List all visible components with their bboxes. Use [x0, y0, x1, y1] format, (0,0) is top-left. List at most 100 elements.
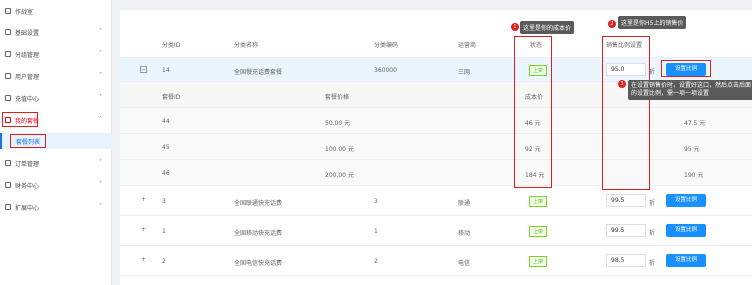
user-icon	[5, 73, 11, 79]
ratio-input[interactable]: 99.5	[606, 224, 646, 237]
nav-label: 财务中心	[15, 182, 40, 190]
nav-item-extension-center[interactable]: 扩展中心 ˅	[0, 197, 112, 217]
grid-icon	[5, 204, 11, 210]
row-id: 1	[162, 228, 166, 235]
nav-item-war-room[interactable]: 作战室	[0, 1, 112, 21]
finance-icon	[5, 182, 11, 188]
table-header-row: 分类ID 分类名称 分类编码 运营商 状态 销售比例设置	[120, 30, 752, 58]
row-operator: 三网	[458, 69, 471, 76]
sub-id: 44	[162, 118, 170, 125]
chevron-down-icon: ˅	[99, 28, 102, 35]
ratio-input[interactable]: 98.5	[606, 254, 646, 267]
chevron-down-icon: ˅	[99, 181, 102, 188]
nav-label: 订单管理	[15, 160, 40, 168]
row-operator: 移动	[458, 230, 471, 237]
collapse-toggle[interactable]: −	[140, 66, 147, 73]
row-code: 2	[374, 258, 378, 265]
wallet-icon	[5, 95, 11, 101]
row-id: 2	[162, 258, 166, 265]
ratio-input[interactable]: 99.5	[606, 194, 646, 207]
row-id: 14	[162, 67, 170, 74]
row-operator: 电信	[458, 260, 471, 267]
highlight-box-cost-column	[514, 36, 552, 188]
home-icon	[5, 8, 11, 14]
row-code: 3	[374, 198, 378, 205]
status-badge: 上架	[529, 196, 548, 207]
set-ratio-button[interactable]: 设置比例	[666, 254, 706, 267]
subheader-id: 套餐ID	[162, 94, 181, 101]
nav-label: 分组管理	[15, 51, 40, 59]
annotation-callout: 在设置销售价时，设置好这口，然后点击后面的设置比例，需一项一项设置	[628, 80, 752, 100]
chevron-down-icon: ˅	[99, 94, 102, 101]
nav-item-basic-settings[interactable]: 基础设置 ˅	[0, 22, 112, 42]
set-ratio-button[interactable]: 设置比例	[666, 194, 706, 207]
subtable-row: 44 50.00 元 46 元 47.5 元	[120, 108, 752, 134]
row-code: 1	[374, 228, 378, 235]
annotation-badge: 2	[608, 20, 616, 28]
status-badge: 上架	[529, 256, 548, 267]
expand-toggle[interactable]: +	[140, 257, 147, 264]
nav-item-group-management[interactable]: 分组管理 ˅	[0, 44, 112, 64]
highlight-box-ratio-column	[602, 36, 650, 190]
sub-sale: 95 元	[684, 146, 700, 153]
branch-icon	[5, 51, 11, 57]
expand-toggle[interactable]: +	[140, 197, 147, 204]
list-icon	[5, 160, 11, 166]
row-operator: 联通	[458, 200, 471, 207]
nav-label: 扩展中心	[15, 204, 40, 212]
annotation-callout: 这里是你H5上的销售价	[618, 16, 687, 29]
unit-label: 折	[649, 260, 656, 267]
header-operator: 运营商	[458, 42, 477, 49]
nav-label: 基础设置	[15, 29, 40, 37]
unit-label: 折	[649, 200, 656, 207]
annotation-callout: 这里是你的成本价	[520, 21, 575, 34]
sub-price: 100.00 元	[325, 146, 354, 153]
nav-item-recharge-center[interactable]: 充值中心 ˅	[0, 88, 112, 108]
status-badge: 上架	[529, 226, 548, 237]
row-code: 360000	[374, 67, 397, 74]
table-row[interactable]: + 2 全国电信快充话费 2 电信 上架 98.5 折 设置比例	[120, 246, 752, 276]
nav-label: 用户管理	[15, 73, 40, 81]
annotation-badge: 3	[618, 80, 626, 88]
row-name: 全国移动快充话费	[234, 230, 283, 237]
nav-label: 作战室	[15, 8, 34, 16]
subtable-row: 45 100.00 元 92 元 95 元	[120, 134, 752, 160]
table-row[interactable]: + 3 全国联通快充话费 3 联通 上架 99.5 折 设置比例	[120, 186, 752, 216]
row-id: 3	[162, 198, 166, 205]
header-id: 分类ID	[162, 42, 181, 49]
chevron-down-icon: ˅	[99, 159, 102, 166]
sub-price: 50.00 元	[325, 120, 351, 127]
expand-toggle[interactable]: +	[140, 227, 147, 234]
sub-sale: 47.5 元	[684, 120, 706, 127]
nav-item-user-management[interactable]: 用户管理 ˅	[0, 66, 112, 86]
table-row[interactable]: − 14 全国慢充话费套餐 360000 三网 上架 95.0 折 设置比例	[120, 58, 752, 82]
sub-sale: 190 元	[684, 172, 704, 179]
nav-item-finance-center[interactable]: 财务中心 ˅	[0, 175, 112, 195]
table-row[interactable]: + 1 全国移动快充话费 1 移动 上架 99.5 折 设置比例	[120, 216, 752, 246]
row-name: 全国电信快充话费	[234, 260, 283, 267]
nav-item-order-management[interactable]: 订单管理 ˅	[0, 153, 112, 173]
sub-id: 46	[162, 170, 170, 177]
highlight-box-button	[661, 60, 711, 77]
sidebar: 作战室 基础设置 ˅ 分组管理 ˅ 用户管理 ˅ 充值中心 ˅ 我的套餐 ˄ 套…	[0, 0, 112, 285]
gear-icon	[5, 29, 11, 35]
row-name: 全国联通快充话费	[234, 200, 283, 207]
sub-id: 45	[162, 144, 170, 151]
row-name: 全国慢充话费套餐	[234, 69, 283, 76]
nav-label: 充值中心	[15, 95, 40, 103]
highlight-box-menu	[2, 112, 38, 127]
package-table: 分类ID 分类名称 分类编码 运营商 状态 销售比例设置 − 14 全国慢充话费…	[120, 10, 752, 285]
unit-label: 折	[649, 230, 656, 237]
header-code: 分类编码	[374, 42, 399, 49]
header-name: 分类名称	[234, 42, 259, 49]
chevron-down-icon: ˅	[99, 203, 102, 210]
subtable-row: 46 200.00 元 184 元 190 元	[120, 160, 752, 186]
chevron-down-icon: ˅	[99, 72, 102, 79]
highlight-box-subitem	[10, 134, 46, 148]
chevron-up-icon: ˄	[99, 116, 102, 123]
set-ratio-button[interactable]: 设置比例	[666, 224, 706, 237]
subheader-price: 套餐价格	[325, 94, 350, 101]
sub-price: 200.00 元	[325, 172, 354, 179]
annotation-badge: 1	[511, 23, 519, 31]
chevron-down-icon: ˅	[99, 50, 102, 57]
